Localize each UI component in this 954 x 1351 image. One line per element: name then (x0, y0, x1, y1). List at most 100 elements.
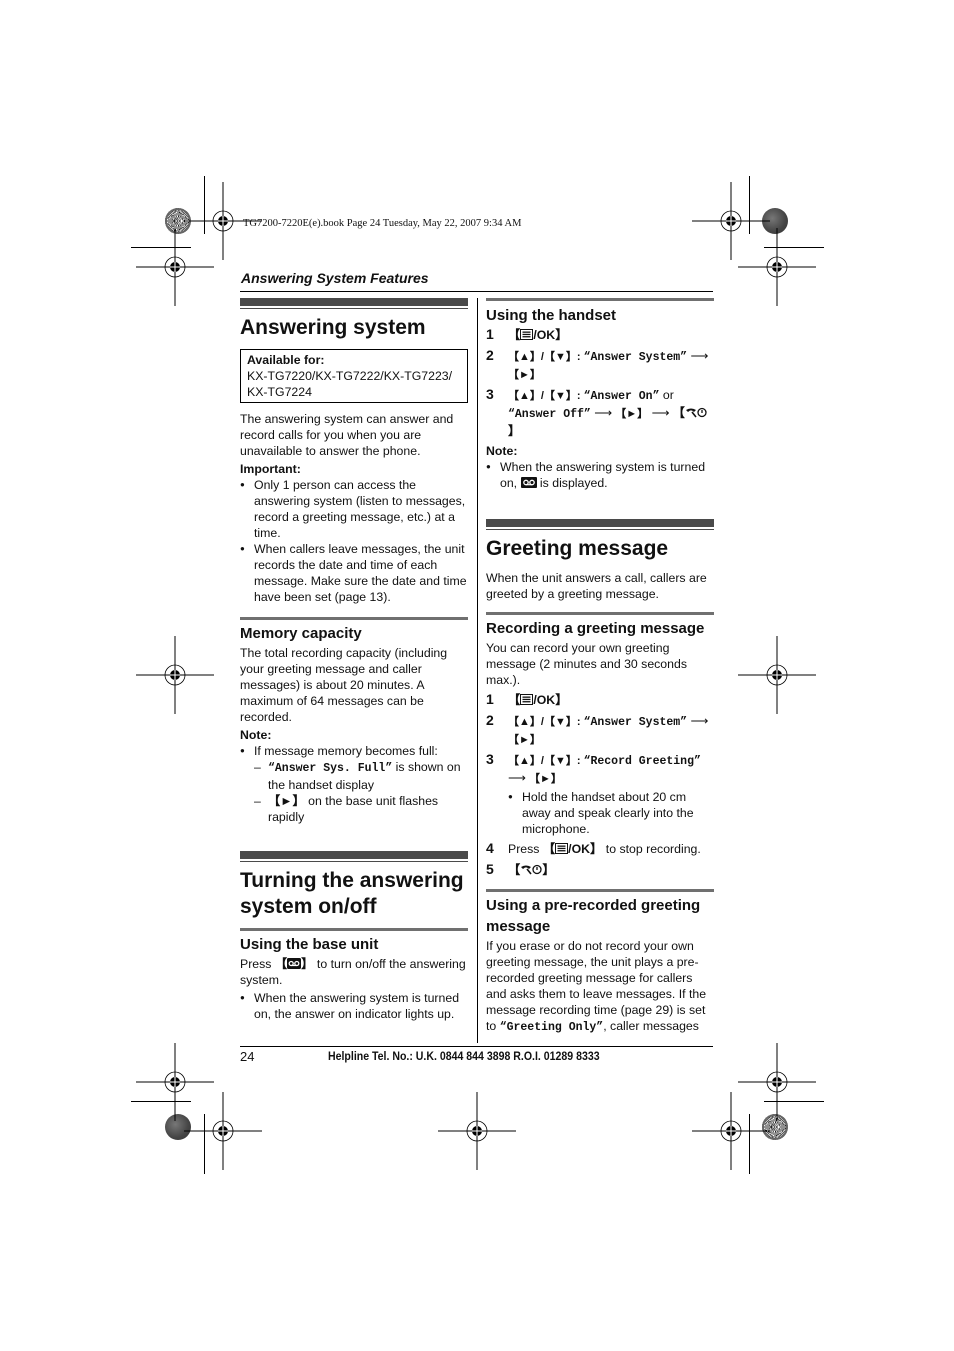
registration-mark (438, 1092, 516, 1170)
section-bar-thin (486, 529, 714, 530)
step-bullets: Hold the handset about 20 cm away and sp… (508, 789, 714, 837)
step: 1 【/OK】 (486, 691, 714, 709)
step: 5 【】 (486, 861, 714, 879)
base-unit-list: When the answering system is turned on, … (240, 990, 468, 1022)
step: 1 【/OK】 (486, 326, 714, 344)
section-title-answering-system: Answering system (240, 316, 426, 339)
page-number: 24 (240, 1049, 255, 1064)
menu-ok-key: 【/OK】 (542, 842, 603, 858)
nav-keys: 【▲】/【▼】: (508, 755, 584, 767)
text: Press (240, 957, 275, 971)
recording-text: You can record your own greeting message… (486, 641, 687, 687)
menu-item: “Answer Off” (508, 408, 591, 421)
section-bar-thin (240, 308, 468, 309)
handset-steps: 1 【/OK】 2 【▲】/【▼】: “Answer System” ⟶ 【►】 3… (486, 326, 714, 439)
registration-mark (136, 228, 214, 306)
subsection-bar (240, 928, 468, 931)
text: Press (508, 842, 543, 856)
availability-label: Available for: (247, 353, 325, 367)
step-number: 3 (486, 386, 494, 402)
text: or (659, 388, 674, 402)
right-key-icon: 【►】 (615, 408, 649, 420)
arrow-icon: ⟶ (687, 349, 709, 363)
note-label: Note: (240, 728, 272, 742)
play-key-icon: 【►】 (268, 794, 305, 808)
left-column: Answering system Available for: KX-TG722… (240, 298, 468, 1022)
list-item: When callers leave messages, the unit re… (240, 541, 468, 605)
menu-item: “Record Greeting” (583, 755, 701, 768)
step-number: 3 (486, 751, 494, 767)
menu-item: “Greeting Only” (499, 1021, 604, 1034)
subsection-title-base-unit: Using the base unit (240, 936, 379, 953)
sub-list: “Answer Sys. Full” is shown on the hands… (244, 759, 468, 825)
list-item: Hold the handset about 20 cm away and sp… (508, 789, 714, 837)
registration-mark (738, 636, 816, 714)
menu-item: “Answer System” (583, 716, 688, 729)
registration-mark (692, 1092, 770, 1170)
ok-label: /OK (533, 328, 556, 342)
step: 3 【▲】/【▼】: “Record Greeting” ⟶ 【►】 Hold t… (486, 751, 714, 837)
important-list: Only 1 person can access the answering s… (240, 477, 468, 605)
recording-steps: 1 【/OK】 2 【▲】/【▼】: “Answer System” ⟶ 【►】 3… (486, 691, 714, 879)
subsection-title-prerecorded: Using a pre-recorded greeting message (486, 897, 701, 935)
subsection-title-memory-capacity: Memory capacity (240, 625, 362, 642)
menu-icon (520, 328, 534, 344)
subsection-bar (486, 889, 714, 892)
availability-models: KX-TG7220/KX-TG7222/KX-TG7223/ KX-TG7224 (247, 369, 453, 399)
step-number: 1 (486, 691, 494, 707)
text: , caller messages (603, 1019, 699, 1033)
right-column: Using the handset 1 【/OK】 2 【▲】/【▼】: “Answ… (486, 298, 714, 1038)
base-unit-text: Press 【】 to turn on/off the answering sy… (240, 956, 468, 988)
ok-label: /OK (533, 693, 556, 707)
text: is displayed. (536, 476, 608, 490)
note-list: When the answering system is turned on, … (486, 459, 714, 492)
arrow-icon: ⟶ (648, 406, 673, 420)
subsection-title-handset: Using the handset (486, 307, 617, 324)
step-number: 1 (486, 326, 494, 342)
list-item: When the answering system is turned on, … (240, 990, 468, 1022)
menu-ok-key: 【/OK】 (508, 328, 568, 342)
subsection-bar (486, 612, 714, 615)
step: 2 【▲】/【▼】: “Answer System” ⟶ 【►】 (486, 347, 714, 383)
subsection-bar (486, 298, 714, 301)
intro-text: The answering system can answer and reco… (240, 412, 454, 458)
list-item: 【►】 on the base unit flashes rapidly (254, 793, 468, 825)
header-rule (240, 291, 713, 292)
arrow-icon: ⟶ (687, 714, 709, 728)
menu-icon (520, 693, 534, 709)
availability-box: Available for: KX-TG7220/KX-TG7222/KX-TG… (240, 349, 468, 403)
greeting-intro: When the unit answers a call, callers ar… (486, 571, 707, 601)
important-label: Important: (240, 462, 301, 476)
section-bar (486, 519, 714, 527)
step-number: 5 (486, 861, 494, 877)
nav-keys: 【▲】/【▼】: (508, 351, 584, 363)
nav-keys: 【▲】/【▼】: (508, 390, 584, 402)
list-item: When the answering system is turned on, … (486, 459, 714, 492)
helpline-text: Helpline Tel. No.: U.K. 0844 844 3898 R.… (328, 1049, 600, 1063)
section-title-greeting-message: Greeting message (486, 537, 669, 560)
menu-item: “Answer On” (583, 390, 660, 403)
right-key-icon: 【►】 (529, 773, 562, 785)
answer-key-icon: 【】 (274, 957, 314, 971)
menu-ok-key: 【/OK】 (508, 693, 568, 707)
nav-keys: 【▲】/【▼】: (508, 716, 584, 728)
registration-mark (184, 1092, 262, 1170)
registration-mark (738, 228, 816, 306)
display-message: “Answer Sys. Full” (268, 762, 393, 775)
note-list: If message memory becomes full: “Answer … (240, 743, 468, 825)
list-item: If message memory becomes full: “Answer … (240, 743, 468, 825)
arrow-icon: ⟶ (590, 406, 616, 420)
text: to stop recording. (602, 842, 701, 856)
running-head: Answering System Features (241, 270, 429, 286)
menu-icon (555, 842, 569, 858)
arrow-icon: ⟶ (508, 771, 530, 785)
answering-system-icon (520, 476, 537, 492)
section-title-turning-on-off: Turning the answering system on/off (240, 869, 464, 918)
step: 3 【▲】/【▼】: “Answer On” or “Answer Off” ⟶ … (486, 386, 714, 439)
step-number: 2 (486, 712, 494, 728)
column-divider (477, 298, 478, 1043)
section-bar-thin (240, 861, 468, 862)
section-bar (240, 851, 468, 859)
list-item: “Answer Sys. Full” is shown on the hands… (254, 759, 468, 793)
list-item: Only 1 person can access the answering s… (240, 477, 468, 541)
